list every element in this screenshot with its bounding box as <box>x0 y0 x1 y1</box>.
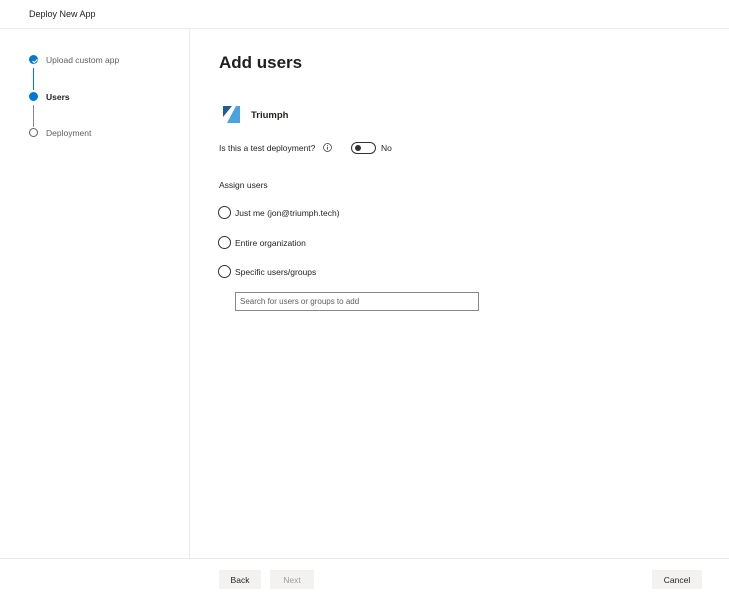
step-completed-check-icon <box>29 55 38 64</box>
search-users-groups-input[interactable] <box>235 292 479 311</box>
page-title: Add users <box>219 53 303 72</box>
assign-users-label: Assign users <box>219 180 268 190</box>
radio-button[interactable] <box>218 206 231 219</box>
main-panel: Add users Triumph Is this a test deploym… <box>190 29 729 558</box>
step-users: Users <box>0 92 190 106</box>
radio-entire-organization[interactable]: Entire organization <box>218 236 398 250</box>
footer: Back Next Cancel <box>0 558 729 597</box>
radio-button[interactable] <box>218 236 231 249</box>
app-name: Triumph <box>251 110 289 121</box>
radio-label: Specific users/groups <box>235 267 317 277</box>
toggle-knob <box>355 145 361 151</box>
step-label: Deployment <box>46 128 92 138</box>
title-bar: Deploy New App <box>0 0 729 29</box>
step-pending-icon <box>29 128 38 137</box>
info-icon[interactable] <box>323 143 332 152</box>
radio-label: Entire organization <box>235 238 306 248</box>
triumph-logo-icon <box>223 106 240 123</box>
radio-specific-users-groups[interactable]: Specific users/groups <box>218 265 398 279</box>
radio-button[interactable] <box>218 265 231 278</box>
window-title: Deploy New App <box>29 9 96 19</box>
cancel-button[interactable]: Cancel <box>652 570 702 589</box>
toggle-state-text: No <box>381 143 392 153</box>
test-deployment-toggle[interactable] <box>351 142 376 154</box>
step-connector-1 <box>33 68 34 90</box>
step-connector-2 <box>33 105 34 127</box>
step-current-icon <box>29 92 38 101</box>
back-button[interactable]: Back <box>219 570 261 589</box>
step-label: Upload custom app <box>46 55 120 65</box>
radio-label: Just me (jon@triumph.tech) <box>235 208 340 218</box>
radio-just-me[interactable]: Just me (jon@triumph.tech) <box>218 206 398 220</box>
test-deployment-label: Is this a test deployment? <box>219 143 316 153</box>
step-upload-custom-app: Upload custom app <box>0 55 190 69</box>
wizard-steps-sidebar: Upload custom app Users Deployment <box>0 29 190 558</box>
step-label: Users <box>46 92 70 102</box>
step-deployment: Deployment <box>0 128 190 142</box>
next-button[interactable]: Next <box>270 570 314 589</box>
